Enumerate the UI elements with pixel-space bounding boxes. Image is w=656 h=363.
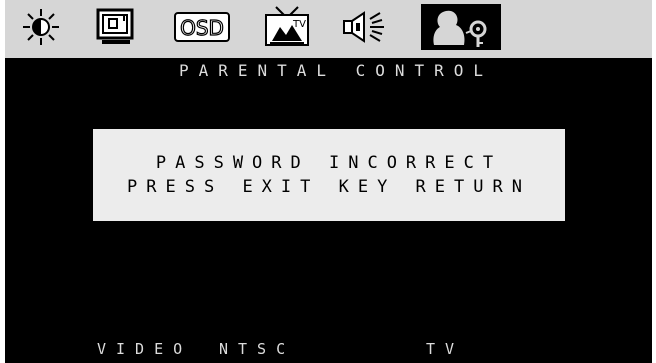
right-frame-border <box>652 0 656 363</box>
osd-icon: OSD <box>174 12 230 42</box>
video-standard-label: NTSC <box>219 340 296 358</box>
source-label: TV <box>426 340 465 358</box>
sun-icon <box>23 9 59 45</box>
svg-text:OSD: OSD <box>180 16 224 40</box>
error-instruction: PRESS EXIT KEY RETURN <box>127 177 531 197</box>
monitor-icon <box>96 8 134 44</box>
error-dialog: PASSWORD INCORRECT PRESS EXIT KEY RETURN <box>93 129 565 221</box>
speaker-icon <box>343 11 384 43</box>
tab-osd[interactable]: OSD <box>165 4 239 50</box>
menu-bar: OSD TV <box>5 0 652 58</box>
tab-parental-control[interactable] <box>421 4 501 50</box>
tab-picture[interactable] <box>89 4 143 50</box>
error-message: PASSWORD INCORRECT <box>155 153 503 173</box>
parental-lock-icon <box>433 10 487 47</box>
tv-antenna-icon: TV <box>265 6 309 46</box>
input-label: VIDEO <box>97 340 193 358</box>
page-title: PARENTAL CONTROL <box>178 61 494 80</box>
svg-text:TV: TV <box>292 19 306 30</box>
tab-sound[interactable] <box>335 4 395 50</box>
tab-tv[interactable]: TV <box>259 4 315 50</box>
tab-brightness[interactable] <box>11 4 71 50</box>
